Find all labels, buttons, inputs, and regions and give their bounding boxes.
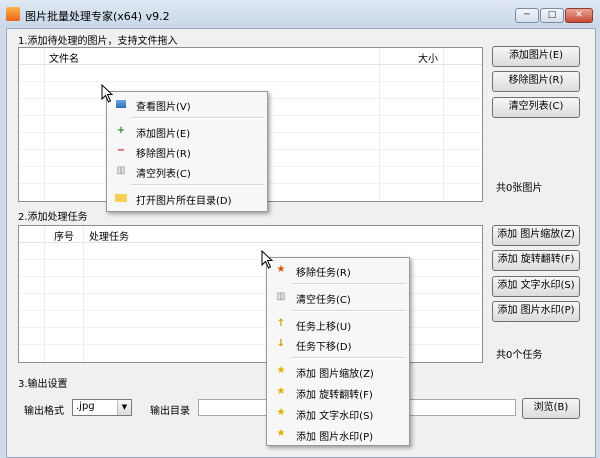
task-count: 共0个任务 (496, 350, 543, 361)
menu-separator (131, 117, 264, 119)
star-icon: ★ (276, 407, 286, 418)
add-text-watermark-button[interactable]: 添加 文字水印(S) (492, 276, 580, 297)
add-image-icon: + (116, 125, 126, 136)
output-format-value: .jpg (76, 401, 95, 412)
menu-item-clear-tasks[interactable]: ▥ 清空任务(C) (269, 287, 407, 307)
image-context-menu: 查看图片(V) + 添加图片(E) − 移除图片(R) ▥ 清空列表(C) 打开… (106, 91, 268, 212)
menu-item-label: 移除任务(R) (296, 268, 351, 279)
menu-item-clear-list[interactable]: ▥ 清空列表(C) (109, 161, 265, 181)
section3-title: 3.输出设置 (18, 379, 68, 390)
column-divider (443, 48, 444, 201)
menu-item-label: 添加图片(E) (136, 129, 191, 140)
menu-item-label: 添加 图片缩放(Z) (296, 369, 374, 380)
mouse-cursor-icon (101, 84, 114, 103)
task-list-header: 序号 处理任务 (19, 226, 482, 243)
column-seq[interactable]: 序号 (54, 228, 74, 243)
add-image-button[interactable]: 添加图片(E) (492, 46, 580, 67)
minimize-button[interactable]: ─ (515, 8, 539, 23)
output-dir-label: 输出目录 (150, 406, 190, 417)
column-size[interactable]: 大小 (418, 50, 438, 65)
menu-item-label: 任务下移(D) (296, 342, 352, 353)
menu-item-add-rotate[interactable]: ★ 添加 旋转翻转(F) (269, 382, 407, 402)
menu-separator (131, 184, 264, 186)
menu-item-label: 添加 文字水印(S) (296, 411, 374, 422)
menu-item-add-text-watermark[interactable]: ★ 添加 文字水印(S) (269, 403, 407, 423)
section1-title: 1.添加待处理的图片，支持文件拖入 (18, 36, 178, 47)
arrow-down-icon: ↓ (276, 338, 286, 349)
menu-item-label: 查看图片(V) (136, 102, 191, 113)
column-task[interactable]: 处理任务 (89, 228, 129, 243)
menu-item-label: 打开图片所在目录(D) (136, 196, 232, 207)
title-bar: 图片批量处理专家(x64) v9.2 ─ □ ✕ (0, 0, 600, 28)
maximize-button[interactable]: □ (540, 8, 564, 23)
remove-task-icon: ★ (276, 264, 286, 275)
menu-item-remove-image[interactable]: − 移除图片(R) (109, 141, 265, 161)
column-divider (44, 226, 45, 362)
section2-title: 2.添加处理任务 (18, 212, 88, 223)
menu-item-label: 添加 旋转翻转(F) (296, 390, 373, 401)
menu-item-open-folder[interactable]: 打开图片所在目录(D) (109, 188, 265, 208)
row-line (19, 293, 482, 294)
row-line (19, 327, 482, 328)
menu-separator (291, 310, 406, 312)
window-title: 图片批量处理专家(x64) v9.2 (25, 10, 170, 23)
menu-item-label: 任务上移(U) (296, 322, 352, 333)
add-rotate-button[interactable]: 添加 旋转翻转(F) (492, 250, 580, 271)
add-image-watermark-button[interactable]: 添加 图片水印(P) (492, 301, 580, 322)
output-format-select[interactable]: .jpg ▼ (72, 399, 132, 416)
row-line (19, 81, 482, 82)
menu-separator (291, 283, 406, 285)
menu-item-add-image-watermark[interactable]: ★ 添加 图片水印(P) (269, 424, 407, 444)
folder-icon (115, 194, 127, 202)
star-icon: ★ (276, 428, 286, 439)
menu-item-add-image[interactable]: + 添加图片(E) (109, 121, 265, 141)
clear-list-button[interactable]: 清空列表(C) (492, 97, 580, 118)
menu-item-label: 添加 图片水印(P) (296, 432, 374, 443)
view-icon (116, 100, 126, 108)
column-filename[interactable]: 文件名 (49, 50, 79, 65)
remove-image-button[interactable]: 移除图片(R) (492, 71, 580, 92)
menu-item-move-up[interactable]: ↑ 任务上移(U) (269, 314, 407, 334)
task-list[interactable]: 序号 处理任务 (18, 225, 483, 363)
menu-item-view-image[interactable]: 查看图片(V) (109, 94, 265, 114)
trash-icon: ▥ (276, 291, 286, 302)
menu-item-add-scale[interactable]: ★ 添加 图片缩放(Z) (269, 361, 407, 381)
close-button[interactable]: ✕ (565, 8, 593, 23)
image-count: 共0张图片 (496, 183, 543, 194)
star-icon: ★ (276, 365, 286, 376)
browse-button[interactable]: 浏览(B) (522, 398, 580, 419)
trash-icon: ▥ (116, 165, 126, 176)
arrow-up-icon: ↑ (276, 318, 286, 329)
menu-item-move-down[interactable]: ↓ 任务下移(D) (269, 334, 407, 354)
chevron-down-icon[interactable]: ▼ (117, 400, 131, 415)
image-list-header: 文件名 大小 (19, 48, 482, 65)
app-icon (6, 7, 20, 21)
column-divider (83, 226, 84, 362)
row-line (19, 259, 482, 260)
menu-item-label: 移除图片(R) (136, 149, 191, 160)
column-divider (379, 48, 380, 201)
column-divider (44, 48, 45, 201)
remove-image-icon: − (116, 145, 126, 156)
task-context-menu: ★ 移除任务(R) ▥ 清空任务(C) ↑ 任务上移(U) ↓ 任务下移(D) … (266, 257, 410, 446)
row-line (19, 310, 482, 311)
menu-item-remove-task[interactable]: ★ 移除任务(R) (269, 260, 407, 280)
row-line (19, 276, 482, 277)
menu-item-label: 清空任务(C) (296, 295, 351, 306)
add-scale-button[interactable]: 添加 图片缩放(Z) (492, 225, 580, 246)
menu-separator (291, 357, 406, 359)
output-format-label: 输出格式 (24, 406, 64, 417)
menu-item-label: 清空列表(C) (136, 169, 191, 180)
star-icon: ★ (276, 386, 286, 397)
mouse-cursor-icon (261, 250, 274, 269)
row-line (19, 344, 482, 345)
